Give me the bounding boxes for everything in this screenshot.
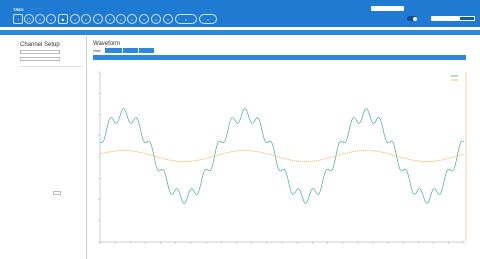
view-button-3[interactable] — [139, 48, 154, 53]
main-title: Waveform — [93, 41, 121, 47]
toolbar-button-8[interactable]: ○ — [105, 14, 115, 24]
toolbar-wide-button-2[interactable]: ○ — [199, 14, 217, 24]
waveform-chart — [98, 71, 467, 244]
toolbar-button-13[interactable]: ○ — [163, 14, 173, 24]
toolbar-button-9[interactable]: ○ — [116, 14, 126, 24]
toolbar-button-4[interactable]: ■ — [58, 14, 68, 24]
toolbar-button-6[interactable]: ○ — [81, 14, 91, 24]
view-button-2[interactable] — [123, 48, 138, 53]
apply-button[interactable] — [459, 16, 475, 21]
upload-icon[interactable]: ↑ — [13, 14, 23, 24]
option-checkbox[interactable] — [53, 191, 61, 195]
series-line-1 — [99, 108, 465, 204]
live-toggle[interactable] — [407, 16, 417, 21]
chart-toolbar — [93, 55, 466, 60]
toolbar-button-5[interactable]: ○ — [70, 14, 80, 24]
rate-input[interactable] — [431, 16, 459, 21]
panel-header-bar — [0, 30, 480, 35]
top-toolbar: TREX · · · · · · ↑ ▢ ○ ○ ■ ○ ○ ○ ○ ○ ○ ○… — [0, 0, 480, 27]
left-panel-title: Channel Setup — [20, 42, 60, 48]
toolbar-button-2[interactable]: ○ — [35, 14, 45, 24]
toolbar-wide-button-1[interactable]: ○ — [175, 14, 197, 24]
toolbar-button-12[interactable]: ○ — [151, 14, 161, 24]
chart-legend — [451, 75, 458, 81]
toolbar-button-11[interactable]: ○ — [139, 14, 149, 24]
view-label: View — [93, 48, 101, 53]
toolbar-button-3[interactable]: ○ — [46, 14, 56, 24]
app-brand: TREX — [13, 7, 24, 12]
divider — [20, 66, 82, 67]
view-button-1[interactable] — [105, 48, 122, 53]
brand-subtitle: · · · · · · — [30, 7, 42, 11]
search-input[interactable] — [371, 6, 404, 11]
channel-name-input[interactable] — [20, 50, 60, 54]
channel-type-select[interactable] — [20, 57, 60, 61]
left-panel: Channel Setup — [0, 36, 87, 259]
toolbar-button-1[interactable]: ▢ — [24, 14, 34, 24]
toolbar-button-7[interactable]: ○ — [93, 14, 103, 24]
toolbar-button-10[interactable]: ○ — [127, 14, 137, 24]
